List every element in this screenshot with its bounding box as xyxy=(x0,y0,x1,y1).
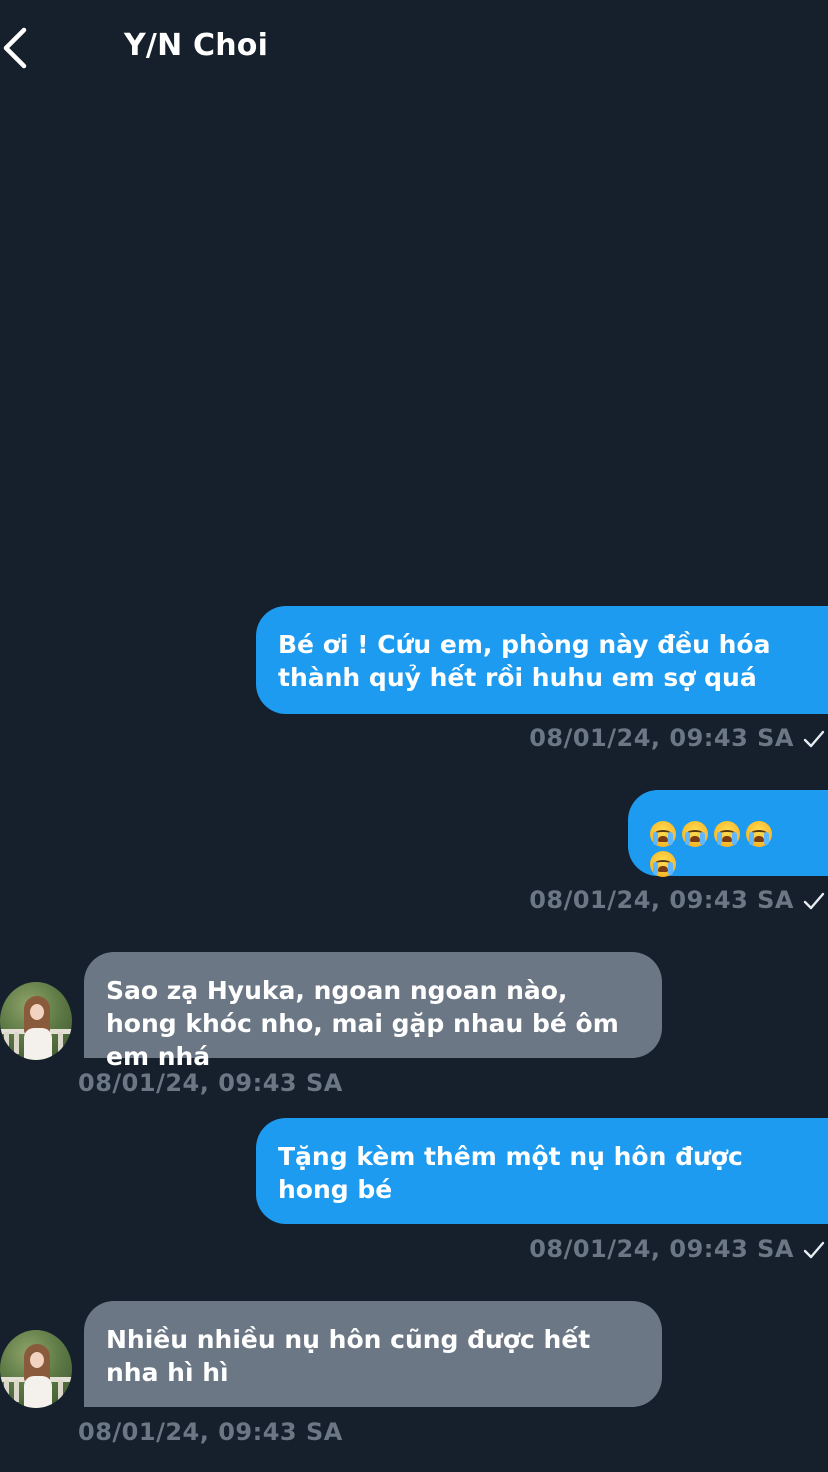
back-button[interactable] xyxy=(0,24,44,72)
outgoing-message-bubble[interactable]: 😭😭😭😭😭 xyxy=(628,790,828,877)
chat-header: Y/N Choi xyxy=(0,0,828,96)
chat-title[interactable]: Y/N Choi xyxy=(124,28,268,63)
incoming-message-bubble[interactable]: Nhiều nhiều nụ hôn cũng được hết nha hì … xyxy=(84,1301,662,1407)
message-timestamp: 08/01/24, 09:43 SA xyxy=(78,1069,343,1097)
loudly-crying-face-icon xyxy=(682,821,708,847)
message-text: Nhiều nhiều nụ hôn cũng được hết nha hì … xyxy=(106,1325,591,1387)
incoming-message-bubble[interactable]: Sao zạ Hyuka, ngoan ngoan nào, hong khóc… xyxy=(84,952,662,1071)
message-timestamp: 08/01/24, 09:43 SA xyxy=(529,724,794,752)
message-text: Sao zạ Hyuka, ngoan ngoan nào, hong khóc… xyxy=(106,976,619,1071)
loudly-crying-face-icon xyxy=(714,821,740,847)
loudly-crying-face-icon xyxy=(650,851,676,877)
message-timestamp: 08/01/24, 09:43 SA xyxy=(78,1418,343,1446)
message-text: Bé ơi ! Cứu em, phòng này đều hóa thành … xyxy=(278,630,771,692)
message-timestamp: 08/01/24, 09:43 SA xyxy=(529,886,794,914)
chevron-left-icon xyxy=(3,27,27,69)
loudly-crying-face-icon xyxy=(650,821,676,847)
checkmark-icon xyxy=(803,892,825,910)
checkmark-icon xyxy=(803,1241,825,1259)
avatar[interactable] xyxy=(0,982,72,1060)
outgoing-message-bubble[interactable]: Tặng kèm thêm một nụ hôn được hong bé xyxy=(256,1118,828,1224)
avatar[interactable] xyxy=(0,1330,72,1408)
loudly-crying-face-icon xyxy=(746,821,772,847)
message-text: Tặng kèm thêm một nụ hôn được hong bé xyxy=(278,1142,743,1204)
outgoing-message-bubble[interactable]: Bé ơi ! Cứu em, phòng này đều hóa thành … xyxy=(256,606,828,714)
message-timestamp: 08/01/24, 09:43 SA xyxy=(529,1235,794,1263)
checkmark-icon xyxy=(803,730,825,748)
